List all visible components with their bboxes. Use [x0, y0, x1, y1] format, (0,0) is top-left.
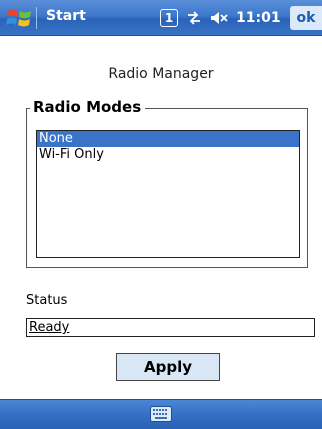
- status-label: Status: [26, 293, 68, 308]
- bottom-menu-bar: [0, 399, 322, 429]
- start-menu-title[interactable]: Start: [46, 8, 86, 24]
- keyboard-icon[interactable]: [150, 406, 172, 422]
- windows-flag-icon[interactable]: [6, 6, 32, 30]
- radio-modes-list[interactable]: None Wi-Fi Only: [36, 130, 300, 258]
- ok-button[interactable]: ok: [290, 6, 322, 30]
- title-separator: [36, 7, 37, 29]
- apply-button[interactable]: Apply: [116, 353, 220, 381]
- status-icons: 1 11:01: [160, 7, 281, 29]
- radio-modes-legend: Radio Modes: [30, 98, 146, 116]
- connectivity-icon[interactable]: [186, 10, 202, 26]
- app-title: Radio Manager: [108, 66, 214, 82]
- speaker-muted-icon[interactable]: [210, 10, 228, 26]
- notification-badge-icon[interactable]: 1: [160, 9, 178, 27]
- status-field: Ready: [26, 318, 315, 337]
- list-item-none[interactable]: None: [37, 131, 299, 147]
- title-bar: Start 1 11:01 ok: [0, 0, 322, 36]
- clock[interactable]: 11:01: [236, 10, 281, 26]
- list-item-wifi-only[interactable]: Wi-Fi Only: [37, 147, 299, 163]
